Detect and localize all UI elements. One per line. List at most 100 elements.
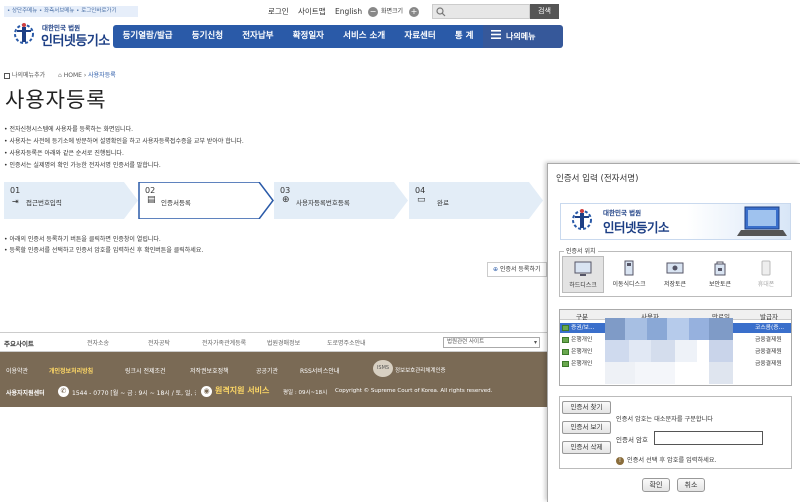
breadcrumb-current: 사용자등록 <box>88 72 116 79</box>
remote-support-hours: 평일 : 09시~18시 <box>283 390 328 396</box>
my-menu-label: 나의메뉴 <box>506 32 536 41</box>
court-logo-icon <box>14 23 34 44</box>
zoom-in-icon[interactable]: + <box>409 7 419 17</box>
ok-button[interactable]: 확인 <box>642 478 670 492</box>
login-link[interactable]: 로그인 <box>268 5 289 19</box>
zoom-out-icon[interactable]: − <box>368 7 378 17</box>
location-security-token[interactable]: 보안토큰 <box>699 256 741 293</box>
column-header[interactable]: 구분 <box>576 311 588 321</box>
logo-title[interactable]: 인터넷등기소 <box>41 30 110 49</box>
delete-certificate-button[interactable]: 인증서 삭제 <box>562 441 611 454</box>
password-hint-text: 인증서 선택 후 암호를 입력하세요. <box>627 457 717 464</box>
step-number: 04 <box>415 186 426 195</box>
footer-link[interactable]: 공공기관 <box>256 366 278 375</box>
nav-item-registry-view[interactable]: 등기열람/발급 <box>113 25 182 48</box>
footer-link[interactable]: RSS서비스안내 <box>300 366 339 375</box>
cancel-button[interactable]: 취소 <box>677 478 705 492</box>
step-label: 접근번호입력 <box>26 199 62 207</box>
nav-item-statistics[interactable]: 통 계 <box>445 25 483 48</box>
password-case-note: 인증서 암호는 대소문자를 구분합니다 <box>616 416 713 423</box>
my-menu-add-label: 나의메뉴추가 <box>12 72 46 79</box>
nav-item-data-center[interactable]: 자료센터 <box>395 25 445 48</box>
english-link[interactable]: English <box>335 5 362 19</box>
column-header[interactable]: 발급자 <box>760 311 778 321</box>
register-certificate-label: 인증서 등록하기 <box>499 266 541 273</box>
nav-item-service-intro[interactable]: 서비스 소개 <box>334 25 395 48</box>
breadcrumb-home[interactable]: HOME <box>64 72 82 79</box>
usb-drive-icon <box>624 260 634 276</box>
related-site-link[interactable]: 도로명주소안내 <box>327 338 366 347</box>
related-sites-label: 주요사이트 <box>4 340 34 348</box>
instruction-line: • 아래의 인증서 등록하기 버튼을 클릭하면 인증창이 열립니다. <box>4 236 161 243</box>
cert-issuer: 코스콤(증... <box>755 325 785 331</box>
location-label: 이동식디스크 <box>612 281 646 288</box>
step-1: 01 ⇥ 접근번호입력 <box>4 182 134 219</box>
password-hint: ! 인증서 선택 후 암호를 입력하세요. <box>616 455 717 465</box>
phone-icon: ✆ <box>58 386 69 397</box>
security-token-icon <box>714 261 726 276</box>
location-mobile-phone[interactable]: 휴대폰 <box>745 256 787 293</box>
step-number: 02 <box>145 186 156 195</box>
related-site-link[interactable]: 전자공탁 <box>148 338 170 347</box>
nav-item-registry-apply[interactable]: 등기신청 <box>182 25 232 48</box>
related-site-link[interactable]: 전자소송 <box>87 338 109 347</box>
step-2: 02 ▤ 인증서등록 <box>139 182 269 219</box>
location-removable-disk[interactable]: 이동식디스크 <box>608 256 650 293</box>
location-label: 휴대폰 <box>757 281 775 288</box>
skip-links[interactable]: • 상단주메뉴 • 좌측서브메뉴 • 로그인바로가기 <box>4 6 138 17</box>
redacted-area <box>605 318 733 384</box>
step-4: 04 ▭ 완료 <box>409 182 539 219</box>
footer-link[interactable]: 이용약관 <box>6 366 28 375</box>
monitor-icon <box>574 261 592 276</box>
remote-support-link[interactable]: 원격지원 서비스 <box>215 385 269 396</box>
cert-issuer: 금융결제원 <box>755 349 782 355</box>
cert-issuer: 금융결제원 <box>755 337 782 343</box>
main-nav: 등기열람/발급 등기신청 전자납부 확정일자 서비스 소개 자료센터 통 계 <box>113 25 483 48</box>
location-label: 보안토큰 <box>708 281 732 288</box>
password-input[interactable] <box>654 431 763 445</box>
location-storage-token[interactable]: 저장토큰 <box>654 256 696 293</box>
dialog-banner-subtitle: 대한민국 법원 <box>603 209 642 217</box>
related-select-value: 법원관련 사이트 <box>447 339 485 345</box>
dialog-title: 인증서 입력 (전자서명) <box>556 174 639 184</box>
remote-support-icon: ◉ <box>201 386 212 397</box>
token-icon <box>666 262 684 274</box>
sitemap-link[interactable]: 사이트맵 <box>298 5 326 19</box>
isms-label: 정보보호관리체계인증 <box>395 368 446 374</box>
register-certificate-button[interactable]: ⊕ 인증서 등록하기 <box>487 262 547 277</box>
zoom-label: 화면크기 <box>381 8 404 15</box>
cert-issuer: 금융결제원 <box>755 361 782 367</box>
find-certificate-button[interactable]: 인증서 찾기 <box>562 401 611 414</box>
footer <box>0 352 547 407</box>
cert-type: 은행개인 <box>571 337 593 343</box>
certificate-icon: ▤ <box>147 195 156 205</box>
dialog-banner-title: 인터넷등기소 <box>603 220 670 235</box>
my-menu-add-link[interactable]: 나의메뉴추가 <box>4 70 45 79</box>
footer-link[interactable]: 링크시 전제조건 <box>125 366 166 375</box>
my-menu-button[interactable]: 나의메뉴 <box>483 25 563 48</box>
search-button[interactable]: 검색 <box>530 4 559 19</box>
footer-link-privacy[interactable]: 개인정보처리방침 <box>49 366 93 375</box>
location-hard-disk[interactable]: 하드디스크 <box>562 256 604 293</box>
certificate-icon <box>562 360 569 367</box>
related-sites-select[interactable]: 법원관련 사이트 ▾ <box>443 337 540 348</box>
password-label: 인증서 암호 <box>616 436 648 444</box>
certificate-icon <box>562 324 569 331</box>
certificate-icon <box>562 336 569 343</box>
footer-link[interactable]: 저작권보호정책 <box>190 366 229 375</box>
isms-badge-icon: ISMS <box>373 360 393 377</box>
description-line: • 사용자는 사전에 등기소에 방문하여 설명확인을 하고 사용자등록접수증을 … <box>4 138 244 145</box>
step-number: 03 <box>280 186 291 195</box>
related-site-link[interactable]: 법원경매정보 <box>267 338 300 347</box>
view-certificate-button[interactable]: 인증서 보기 <box>562 421 611 434</box>
nav-item-fixed-date[interactable]: 확정일자 <box>283 25 333 48</box>
nav-item-e-payment[interactable]: 전자납부 <box>233 25 283 48</box>
input-icon: ⇥ <box>12 197 19 206</box>
laptop-illustration-icon <box>737 206 787 236</box>
cert-type: 은행개인 <box>571 361 593 367</box>
search-input[interactable] <box>432 4 530 19</box>
location-label: 하드디스크 <box>569 282 597 289</box>
related-site-link[interactable]: 전자가족관계등록 <box>202 338 246 347</box>
chevron-down-icon: ▾ <box>533 339 537 346</box>
support-center-label: 사용자지원센터 <box>6 390 45 397</box>
